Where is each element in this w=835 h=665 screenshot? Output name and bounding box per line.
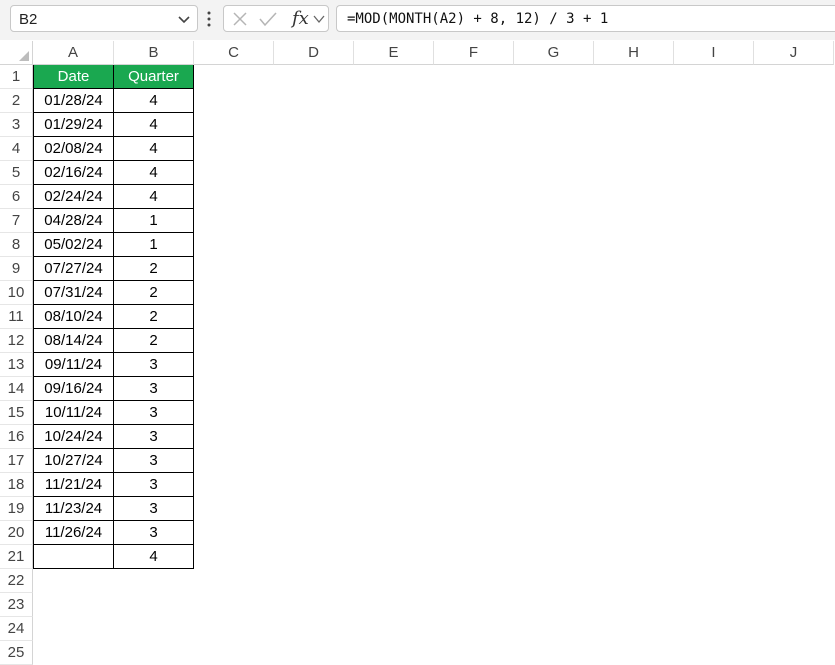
quarter-cell[interactable]: 3 (113, 473, 194, 497)
quarter-cell[interactable]: 2 (113, 329, 194, 353)
date-cell[interactable]: 09/16/24 (33, 377, 114, 401)
quarter-cell[interactable]: 2 (113, 281, 194, 305)
date-cell[interactable]: 04/28/24 (33, 209, 114, 233)
row-header-7[interactable]: 7 (0, 209, 33, 233)
row-header-25[interactable]: 25 (0, 641, 33, 665)
row-header-8[interactable]: 8 (0, 233, 33, 257)
quarter-cell[interactable]: 3 (113, 401, 194, 425)
quarter-cell[interactable]: 3 (113, 449, 194, 473)
date-cell[interactable]: 10/24/24 (33, 425, 114, 449)
column-header-d[interactable]: D (274, 41, 354, 65)
formula-text: =MOD(MONTH(A2) + 8, 12) / 3 + 1 (347, 11, 609, 27)
row-header-14[interactable]: 14 (0, 377, 33, 401)
column-header-f[interactable]: F (434, 41, 514, 65)
row-header-23[interactable]: 23 (0, 593, 33, 617)
date-cell[interactable]: 07/31/24 (33, 281, 114, 305)
column-header-j[interactable]: J (754, 41, 834, 65)
date-cell[interactable]: 10/11/24 (33, 401, 114, 425)
date-cell[interactable]: 11/23/24 (33, 497, 114, 521)
quarter-cell[interactable]: 1 (113, 209, 194, 233)
row-header-2[interactable]: 2 (0, 89, 33, 113)
date-cell[interactable]: 10/27/24 (33, 449, 114, 473)
row-header-9[interactable]: 9 (0, 257, 33, 281)
date-cell[interactable]: 07/27/24 (33, 257, 114, 281)
column-header-a[interactable]: A (33, 41, 114, 65)
quarter-cell[interactable]: 4 (113, 545, 194, 569)
select-all-corner[interactable] (0, 41, 33, 65)
formula-input[interactable]: =MOD(MONTH(A2) + 8, 12) / 3 + 1 (336, 5, 835, 32)
row-header-21[interactable]: 21 (0, 545, 33, 569)
chevron-down-icon[interactable] (313, 14, 325, 24)
row-header-16[interactable]: 16 (0, 425, 33, 449)
column-header-h[interactable]: H (594, 41, 674, 65)
quarter-cell[interactable]: 4 (113, 161, 194, 185)
name-box[interactable]: B2 (10, 5, 198, 32)
quarter-cell[interactable]: 4 (113, 137, 194, 161)
row-header-10[interactable]: 10 (0, 281, 33, 305)
column-header-i[interactable]: I (674, 41, 754, 65)
cancel-icon[interactable] (232, 11, 248, 27)
formula-actions: fx (223, 5, 329, 32)
date-cell[interactable]: 09/11/24 (33, 353, 114, 377)
row-header-17[interactable]: 17 (0, 449, 33, 473)
column-header-e[interactable]: E (354, 41, 434, 65)
row-header-5[interactable]: 5 (0, 161, 33, 185)
column-header-g[interactable]: G (514, 41, 594, 65)
date-cell[interactable]: 11/26/24 (33, 521, 114, 545)
header-cell-date[interactable]: Date (33, 65, 114, 89)
quarter-cell[interactable]: 3 (113, 521, 194, 545)
quarter-cell[interactable]: 3 (113, 353, 194, 377)
formula-toolbar: B2 fx =MOD(MONTH(A2) + 8, 12) / 3 + 1 (0, 0, 835, 40)
date-cell[interactable]: 02/08/24 (33, 137, 114, 161)
row-header-19[interactable]: 19 (0, 497, 33, 521)
quarter-cell[interactable]: 4 (113, 113, 194, 137)
row-header-13[interactable]: 13 (0, 353, 33, 377)
quarter-cell[interactable]: 3 (113, 425, 194, 449)
column-header-c[interactable]: C (194, 41, 274, 65)
date-cell[interactable]: 01/29/24 (33, 113, 114, 137)
row-header-4[interactable]: 4 (0, 137, 33, 161)
date-cell[interactable] (33, 545, 114, 569)
enter-check-icon[interactable] (259, 11, 277, 27)
quarter-cell[interactable]: 2 (113, 305, 194, 329)
date-cell[interactable]: 02/16/24 (33, 161, 114, 185)
column-header-b[interactable]: B (114, 41, 194, 65)
quarter-cell[interactable]: 3 (113, 497, 194, 521)
quarter-cell[interactable]: 3 (113, 377, 194, 401)
name-box-value: B2 (19, 11, 38, 28)
date-cell[interactable]: 08/10/24 (33, 305, 114, 329)
insert-function-icon[interactable]: fx (292, 8, 309, 29)
row-header-1[interactable]: 1 (0, 65, 33, 89)
quarter-cell[interactable]: 2 (113, 257, 194, 281)
row-header-6[interactable]: 6 (0, 185, 33, 209)
header-cell-quarter[interactable]: Quarter (113, 65, 194, 89)
quarter-cell[interactable]: 1 (113, 233, 194, 257)
row-header-22[interactable]: 22 (0, 569, 33, 593)
chevron-down-icon[interactable] (177, 12, 191, 26)
quarter-cell[interactable]: 4 (113, 89, 194, 113)
row-header-24[interactable]: 24 (0, 617, 33, 641)
row-header-12[interactable]: 12 (0, 329, 33, 353)
quarter-cell[interactable]: 4 (113, 185, 194, 209)
date-cell[interactable]: 02/24/24 (33, 185, 114, 209)
more-options-icon[interactable] (206, 10, 212, 28)
row-header-20[interactable]: 20 (0, 521, 33, 545)
date-cell[interactable]: 11/21/24 (33, 473, 114, 497)
date-cell[interactable]: 08/14/24 (33, 329, 114, 353)
row-header-11[interactable]: 11 (0, 305, 33, 329)
date-cell[interactable]: 01/28/24 (33, 89, 114, 113)
row-header-15[interactable]: 15 (0, 401, 33, 425)
row-header-18[interactable]: 18 (0, 473, 33, 497)
row-header-3[interactable]: 3 (0, 113, 33, 137)
date-cell[interactable]: 05/02/24 (33, 233, 114, 257)
